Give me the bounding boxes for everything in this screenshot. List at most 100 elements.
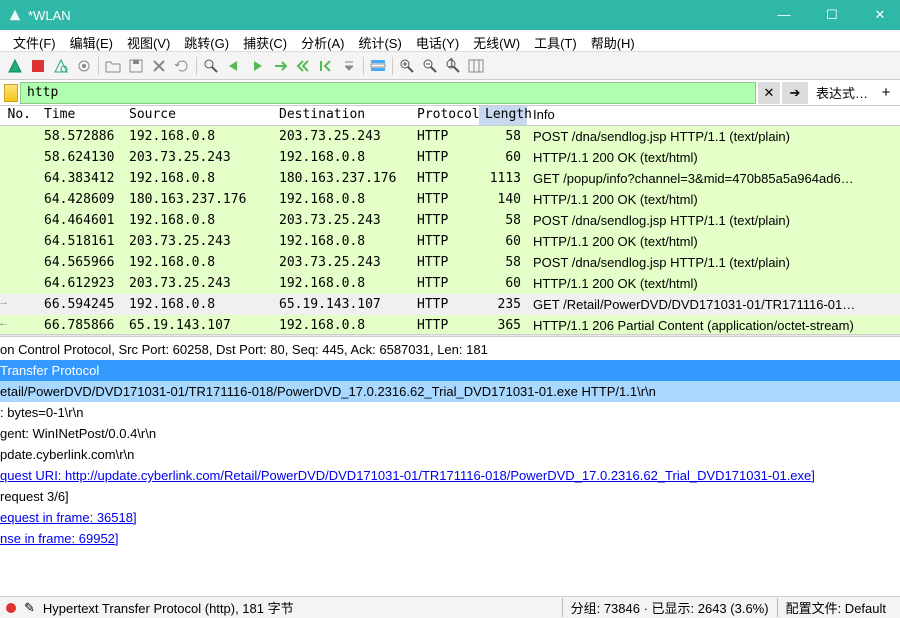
detail-line[interactable]: equest in frame: 36518] — [0, 507, 900, 528]
open-file-button[interactable] — [102, 55, 124, 77]
detail-line[interactable]: gent: WinINetPost/0.0.4\r\n — [0, 423, 900, 444]
find-button[interactable] — [200, 55, 222, 77]
maximize-button[interactable]: ☐ — [820, 7, 844, 23]
go-last-button[interactable] — [315, 55, 337, 77]
cell-source: 65.19.143.107 — [123, 317, 273, 334]
packet-row[interactable]: 64.464601192.168.0.8203.73.25.243HTTP58P… — [0, 210, 900, 231]
col-no[interactable]: No. — [0, 106, 38, 125]
cell-protocol: HTTP — [411, 128, 479, 145]
detail-line[interactable]: Transfer Protocol — [0, 360, 900, 381]
expression-button[interactable]: 表达式… — [810, 83, 874, 102]
svg-text:1: 1 — [448, 58, 455, 70]
packet-details[interactable]: on Control Protocol, Src Port: 60258, Ds… — [0, 337, 900, 566]
packet-gutter: → ← — [0, 126, 8, 334]
go-forward-button[interactable] — [246, 55, 268, 77]
titlebar[interactable]: *WLAN — ☐ ✕ — [0, 0, 900, 30]
bookmark-icon[interactable] — [4, 84, 18, 102]
start-capture-button[interactable] — [4, 55, 26, 77]
clear-filter-button[interactable]: ✕ — [758, 82, 780, 104]
menu-edit[interactable]: 编辑(E) — [63, 32, 120, 49]
packet-row[interactable]: 64.428609180.163.237.176192.168.0.8HTTP1… — [0, 189, 900, 210]
menu-analyze[interactable]: 分析(A) — [294, 32, 351, 49]
menu-statistics[interactable]: 统计(S) — [351, 32, 408, 49]
cell-source: 192.168.0.8 — [123, 212, 273, 229]
status-profile[interactable]: 配置文件: Default — [777, 598, 894, 617]
go-back-button[interactable] — [223, 55, 245, 77]
detail-line[interactable]: quest URI: http://update.cyberlink.com/R… — [0, 465, 900, 486]
edit-icon[interactable]: ✎ — [24, 600, 35, 616]
menu-capture[interactable]: 捕获(C) — [236, 32, 294, 49]
zoom-out-button[interactable] — [419, 55, 441, 77]
add-filter-button[interactable]: + — [876, 84, 896, 101]
col-protocol[interactable]: Protocol — [411, 106, 479, 125]
menu-go[interactable]: 跳转(G) — [177, 32, 236, 49]
stop-capture-button[interactable] — [27, 55, 49, 77]
menu-help[interactable]: 帮助(H) — [584, 32, 642, 49]
go-to-packet-button[interactable] — [269, 55, 291, 77]
packet-row[interactable]: 58.572886192.168.0.8203.73.25.243HTTP58P… — [0, 126, 900, 147]
restart-capture-button[interactable] — [50, 55, 72, 77]
status-left: Hypertext Transfer Protocol (http), 181 … — [43, 598, 562, 617]
packet-row[interactable]: 58.624130203.73.25.243192.168.0.8HTTP60H… — [0, 147, 900, 168]
cell-time: 64.383412 — [38, 170, 123, 187]
detail-line[interactable]: : bytes=0-1\r\n — [0, 402, 900, 423]
detail-line[interactable]: pdate.cyberlink.com\r\n — [0, 444, 900, 465]
detail-link[interactable]: equest in frame: 36518] — [0, 510, 137, 525]
detail-link[interactable]: nse in frame: 69952] — [0, 531, 119, 546]
packet-row[interactable]: 64.612923203.73.25.243192.168.0.8HTTP60H… — [0, 273, 900, 294]
cell-destination: 65.19.143.107 — [273, 296, 411, 313]
menu-view[interactable]: 视图(V) — [120, 32, 177, 49]
cell-destination: 180.163.237.176 — [273, 170, 411, 187]
display-filter-input[interactable] — [20, 82, 756, 104]
cell-length: 60 — [479, 233, 527, 250]
col-info[interactable]: Info — [527, 106, 900, 125]
detail-line[interactable]: request 3/6] — [0, 486, 900, 507]
apply-filter-button[interactable]: ➔ — [782, 82, 808, 104]
detail-line[interactable]: on Control Protocol, Src Port: 60258, Ds… — [0, 339, 900, 360]
detail-link[interactable]: quest URI: http://update.cyberlink.com/R… — [0, 468, 815, 483]
colorize-button[interactable] — [367, 55, 389, 77]
packet-row[interactable]: 64.383412192.168.0.8180.163.237.176HTTP1… — [0, 168, 900, 189]
cell-protocol: HTTP — [411, 254, 479, 271]
expert-info-icon[interactable] — [6, 603, 16, 613]
zoom-in-button[interactable] — [396, 55, 418, 77]
packet-row[interactable]: 66.594245192.168.0.865.19.143.107HTTP235… — [0, 294, 900, 315]
detail-line[interactable]: etail/PowerDVD/DVD171031-01/TR171116-018… — [0, 381, 900, 402]
statusbar: ✎ Hypertext Transfer Protocol (http), 18… — [0, 596, 900, 618]
cell-source: 203.73.25.243 — [123, 275, 273, 292]
cell-info: POST /dna/sendlog.jsp HTTP/1.1 (text/pla… — [527, 212, 900, 229]
packet-row[interactable]: 64.518161203.73.25.243192.168.0.8HTTP60H… — [0, 231, 900, 252]
cell-length: 58 — [479, 128, 527, 145]
detail-line[interactable]: nse in frame: 69952] — [0, 528, 900, 549]
menu-tools[interactable]: 工具(T) — [527, 32, 584, 49]
col-time[interactable]: Time — [38, 106, 123, 125]
col-destination[interactable]: Destination — [273, 106, 411, 125]
cell-protocol: HTTP — [411, 191, 479, 208]
menu-telephony[interactable]: 电话(Y) — [409, 32, 466, 49]
minimize-button[interactable]: — — [772, 7, 796, 23]
col-source[interactable]: Source — [123, 106, 273, 125]
save-file-button[interactable] — [125, 55, 147, 77]
cell-info: POST /dna/sendlog.jsp HTTP/1.1 (text/pla… — [527, 254, 900, 271]
auto-scroll-button[interactable] — [338, 55, 360, 77]
packet-row[interactable]: 64.565966192.168.0.8203.73.25.243HTTP58P… — [0, 252, 900, 273]
cell-length: 1113 — [479, 170, 527, 187]
packet-list[interactable]: No. Time Source Destination Protocol Len… — [0, 106, 900, 334]
cell-time: 64.428609 — [38, 191, 123, 208]
go-first-button[interactable] — [292, 55, 314, 77]
close-button[interactable]: ✕ — [868, 7, 892, 23]
close-file-button[interactable] — [148, 55, 170, 77]
cell-time: 64.612923 — [38, 275, 123, 292]
reload-button[interactable] — [171, 55, 193, 77]
resize-columns-button[interactable] — [465, 55, 487, 77]
toolbar: 1 — [0, 52, 900, 80]
cell-source: 203.73.25.243 — [123, 149, 273, 166]
capture-options-button[interactable] — [73, 55, 95, 77]
zoom-reset-button[interactable]: 1 — [442, 55, 464, 77]
menu-file[interactable]: 文件(F) — [6, 32, 63, 49]
col-length[interactable]: Length — [479, 106, 527, 125]
menu-wireless[interactable]: 无线(W) — [466, 32, 527, 49]
cell-time: 66.594245 — [38, 296, 123, 313]
packet-row[interactable]: 66.78586665.19.143.107192.168.0.8HTTP365… — [0, 315, 900, 334]
cell-source: 180.163.237.176 — [123, 191, 273, 208]
